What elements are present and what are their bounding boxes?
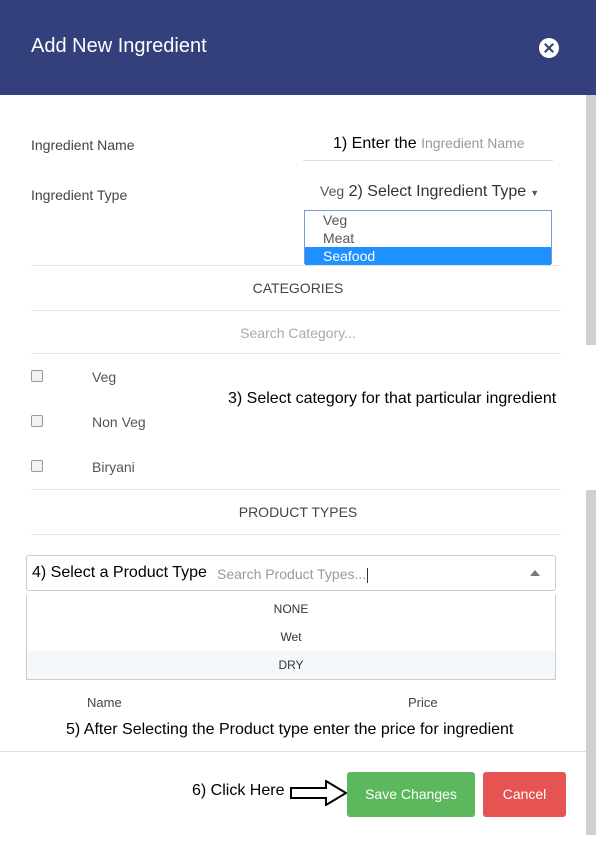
- scrollbar-lower[interactable]: [586, 490, 596, 835]
- arrow-right-icon: [290, 780, 348, 806]
- ingredient-type-option[interactable]: Veg: [305, 211, 551, 229]
- cancel-button[interactable]: Cancel: [483, 772, 566, 817]
- modal-title: Add New Ingredient: [31, 35, 207, 57]
- chevron-down-icon: ▼: [530, 188, 540, 198]
- add-ingredient-modal: Add New Ingredient Ingredient Name 1) En…: [0, 0, 596, 842]
- price-table-name-header: Name: [87, 695, 122, 710]
- annotation-step-3: 3) Select category for that particular i…: [228, 390, 557, 407]
- annotation-step-6: 6) Click Here: [192, 782, 285, 799]
- ingredient-name-label: Ingredient Name: [31, 137, 135, 153]
- product-type-option[interactable]: NONE: [27, 595, 555, 623]
- annotation-step-5: 5) After Selecting the Product type ente…: [66, 721, 514, 738]
- ingredient-name-underline: [303, 160, 553, 161]
- ingredient-type-select[interactable]: Veg 2) Select Ingredient Type ▼: [320, 183, 552, 205]
- ingredient-type-label: Ingredient Type: [31, 187, 128, 203]
- scrollbar[interactable]: [586, 95, 596, 345]
- ingredient-name-placeholder: Ingredient Name: [421, 135, 525, 151]
- save-changes-button[interactable]: Save Changes: [347, 772, 475, 817]
- category-label: Non Veg: [92, 414, 146, 430]
- ingredient-name-input[interactable]: 1) Enter the Ingredient Name: [333, 135, 525, 153]
- annotation-step-4: 4) Select a Product Type: [32, 564, 207, 581]
- search-category-input[interactable]: Search Category...: [0, 325, 596, 341]
- ingredient-type-dropdown: Veg Meat Seafood: [304, 210, 552, 265]
- divider: [31, 534, 561, 535]
- modal-header: Add New Ingredient: [0, 0, 596, 95]
- divider: [31, 353, 561, 354]
- divider: [31, 489, 561, 490]
- close-icon[interactable]: [539, 38, 559, 58]
- divider: [31, 265, 561, 266]
- categories-title: CATEGORIES: [252, 280, 344, 296]
- annotation-step-2: 2) Select Ingredient Type: [348, 183, 527, 200]
- category-label: Veg: [92, 369, 117, 385]
- ingredient-type-selected: Veg: [320, 183, 345, 199]
- chevron-up-icon[interactable]: [530, 570, 540, 576]
- divider: [31, 310, 561, 311]
- ingredient-type-option-highlighted[interactable]: Seafood: [305, 247, 551, 265]
- product-type-option-hovered[interactable]: DRY: [27, 651, 555, 679]
- product-type-dropdown: NONE Wet DRY: [26, 595, 556, 680]
- ingredient-type-option[interactable]: Meat: [305, 229, 551, 247]
- category-checkbox-biryani[interactable]: [31, 460, 43, 472]
- product-type-search-input[interactable]: 4) Select a Product Type Search Product …: [26, 555, 556, 591]
- category-label: Biryani: [92, 459, 135, 475]
- price-table-price-header: Price: [408, 695, 438, 710]
- annotation-step-1: 1) Enter the: [333, 135, 417, 152]
- product-type-search-placeholder: Search Product Types...: [217, 566, 369, 583]
- category-checkbox-veg[interactable]: [31, 370, 43, 382]
- category-checkbox-non-veg[interactable]: [31, 415, 43, 427]
- product-type-option[interactable]: Wet: [27, 623, 555, 651]
- footer-divider: [0, 751, 586, 752]
- product-types-title: PRODUCT TYPES: [238, 504, 358, 520]
